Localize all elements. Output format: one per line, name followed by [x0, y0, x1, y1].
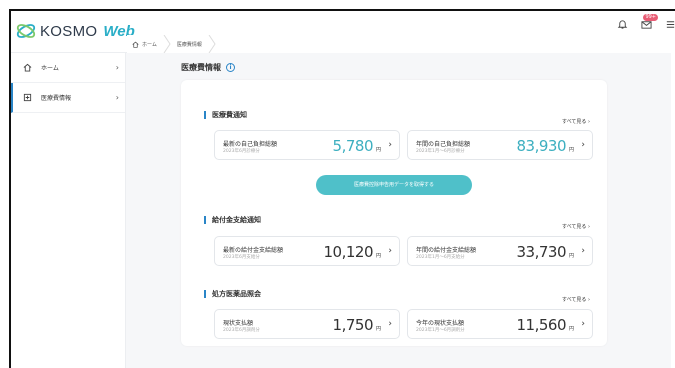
see-all-link[interactable]: すべて見る ›: [562, 296, 590, 303]
chevron-right-icon: ›: [388, 319, 392, 329]
card-value: 33,730: [516, 243, 567, 261]
breadcrumb: ホーム 医療費情報: [127, 34, 675, 54]
download-deduction-data-button[interactable]: 医療費控除申告用データを取得する: [316, 175, 472, 195]
page-title: 医療費情報 i: [181, 62, 235, 73]
chevron-right-icon: ›: [115, 93, 119, 102]
section-title-medical-notice: 医療費通知: [204, 111, 247, 119]
bell-icon[interactable]: [615, 17, 629, 31]
card-value: 11,560: [516, 316, 567, 334]
scrollbar[interactable]: [671, 53, 675, 368]
sidebar-item-label: 医療費情報: [41, 95, 72, 102]
card-period: 2023年6月調剤分: [223, 328, 260, 333]
chevron-right-icon: ›: [581, 246, 585, 256]
card-unit: 円: [375, 147, 381, 153]
card-unit: 円: [568, 326, 574, 332]
card-latest-self-pay[interactable]: 最新の自己負担総額 2023年6月診療分 5,780 円 ›: [214, 130, 400, 160]
card-period: 2023年1月～6月支給分: [416, 255, 465, 260]
card-value: 1,750: [332, 316, 374, 334]
chevron-right-icon: ›: [581, 319, 585, 329]
card-label: 最新の給付金支給総額: [223, 247, 284, 254]
card-label: 年間の給付金支給総額: [416, 247, 477, 254]
card-annual-self-pay[interactable]: 年間の自己負担総額 2023年1月～6月診療分 83,930 円 ›: [407, 130, 593, 160]
card-current-payment[interactable]: 現状支払額 2023年6月調剤分 1,750 円 ›: [214, 309, 400, 339]
card-value: 83,930: [516, 137, 567, 155]
card-value: 5,780: [332, 137, 374, 155]
home-icon: [132, 41, 139, 48]
sidebar: ホーム › 医療費情報 ›: [11, 53, 126, 368]
card-period: 2023年1月～6月診療分: [416, 149, 465, 154]
menu-icon[interactable]: [663, 17, 675, 31]
card-label: 年間の自己負担総額: [416, 141, 471, 148]
breadcrumb-separator: [163, 34, 171, 54]
card-latest-benefit[interactable]: 最新の給付金支給総額 2023年6月支給分 10,120 円 ›: [214, 236, 400, 266]
card-unit: 円: [568, 253, 574, 259]
logo-icon: [16, 24, 36, 38]
chevron-right-icon: ›: [388, 246, 392, 256]
card-label: 現状支払額: [223, 320, 254, 327]
logo-text: KOSMO: [40, 22, 98, 40]
breadcrumb-home-label: ホーム: [142, 41, 157, 48]
card-unit: 円: [375, 253, 381, 259]
document-icon: [23, 93, 33, 103]
breadcrumb-current: 医療費情報: [176, 41, 202, 48]
content-panel: 医療費通知 すべて見る › 最新の自己負担総額 2023年6月診療分 5,780…: [181, 80, 607, 346]
see-all-link[interactable]: すべて見る ›: [562, 223, 590, 230]
card-annual-payment[interactable]: 今年の現状支払額 2023年1月～6月調剤分 11,560 円 ›: [407, 309, 593, 339]
logo[interactable]: KOSMO Web: [15, 21, 135, 41]
section-title-prescription: 処方医薬品照会: [204, 290, 261, 298]
sidebar-item-home[interactable]: ホーム ›: [11, 53, 125, 83]
notification-badge: 99+: [643, 14, 658, 21]
card-period: 2023年1月～6月調剤分: [416, 328, 465, 333]
section-title-benefit-notice: 給付金支給通知: [204, 216, 261, 224]
breadcrumb-separator: [208, 34, 216, 54]
header-actions: 99+: [615, 14, 675, 31]
sidebar-item-label: ホーム: [41, 65, 59, 72]
info-icon[interactable]: i: [226, 63, 235, 72]
card-unit: 円: [375, 326, 381, 332]
chevron-right-icon: ›: [581, 140, 585, 150]
card-label: 最新の自己負担総額: [223, 141, 278, 148]
home-icon: [23, 63, 33, 73]
card-annual-benefit[interactable]: 年間の給付金支給総額 2023年1月～6月支給分 33,730 円 ›: [407, 236, 593, 266]
mail-icon[interactable]: 99+: [639, 14, 658, 31]
see-all-link[interactable]: すべて見る ›: [562, 118, 590, 125]
card-period: 2023年6月支給分: [223, 255, 260, 260]
card-unit: 円: [568, 147, 574, 153]
sidebar-item-medical-info[interactable]: 医療費情報 ›: [11, 83, 125, 113]
chevron-right-icon: ›: [115, 63, 119, 72]
breadcrumb-home[interactable]: ホーム: [127, 41, 157, 48]
card-label: 今年の現状支払額: [416, 320, 465, 327]
page-title-text: 医療費情報: [181, 63, 221, 72]
card-value: 10,120: [323, 243, 374, 261]
chevron-right-icon: ›: [388, 140, 392, 150]
card-period: 2023年6月診療分: [223, 149, 260, 154]
